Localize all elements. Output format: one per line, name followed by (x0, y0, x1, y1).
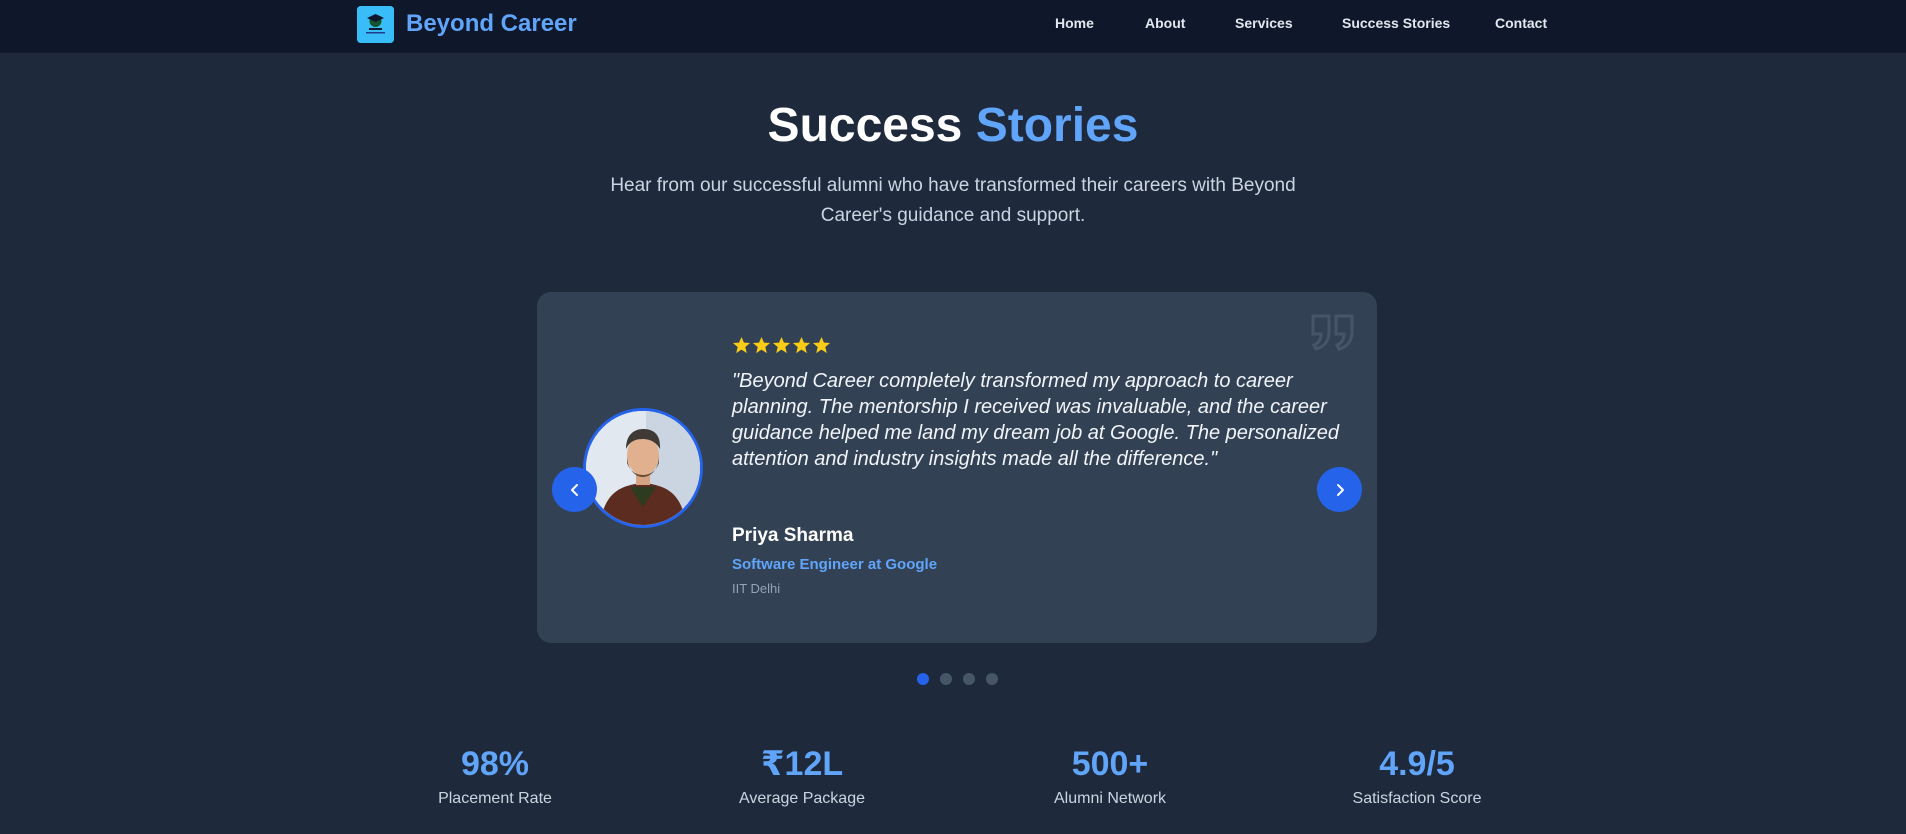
stat-label: Alumni Network (1053, 790, 1167, 807)
navbar: Beyond Career Home About Services Succes… (0, 0, 1906, 53)
chevron-right-icon (1336, 483, 1344, 496)
stat-average-package: ₹12L Average Package (682, 742, 922, 808)
quote-icon (1311, 312, 1355, 352)
stat-value: 98% (460, 745, 530, 783)
star-icon (732, 336, 751, 354)
stat-label: Satisfaction Score (1352, 790, 1482, 807)
title-accent: Stories (975, 99, 1139, 152)
stat-alumni-network: 500+ Alumni Network (990, 742, 1230, 808)
carousel-dot-2[interactable] (940, 673, 952, 685)
nav-about-link[interactable]: About (1145, 15, 1185, 31)
carousel-dots (917, 673, 998, 685)
nav-links: Home About Services Success Stories Cont… (0, 15, 1906, 35)
title-main: Success (767, 99, 963, 152)
carousel-next-button[interactable] (1317, 467, 1362, 512)
nav-home-link[interactable]: Home (1055, 15, 1094, 31)
testimonial-card: "Beyond Career completely transformed my… (537, 292, 1377, 643)
stat-value: 500+ (1071, 745, 1149, 783)
avatar (583, 408, 703, 528)
stat-value: ₹12L (760, 745, 844, 783)
testimonial-name: Priya Sharma (732, 525, 854, 546)
stat-satisfaction-score: 4.9/5 Satisfaction Score (1297, 742, 1537, 808)
stat-label: Average Package (738, 790, 865, 807)
carousel-dot-1[interactable] (917, 673, 929, 685)
rating-stars (732, 336, 831, 355)
stat-value: 4.9/5 (1379, 745, 1455, 783)
carousel-prev-button[interactable] (552, 467, 597, 512)
page-subtitle: Hear from our successful alumni who have… (610, 175, 1296, 226)
star-icon (792, 336, 811, 354)
nav-services-link[interactable]: Services (1235, 15, 1293, 31)
carousel-dot-3[interactable] (963, 673, 975, 685)
nav-success-stories-link[interactable]: Success Stories (1342, 15, 1450, 31)
testimonial-school: IIT Delhi (732, 581, 781, 596)
star-icon (812, 336, 831, 354)
carousel-dot-4[interactable] (986, 673, 998, 685)
star-icon (772, 336, 791, 354)
nav-contact-link[interactable]: Contact (1495, 15, 1547, 31)
testimonial-quote: "Beyond Career completely transformed my… (732, 370, 1340, 470)
chevron-left-icon (570, 483, 578, 496)
stat-placement-rate: 98% Placement Rate (375, 742, 615, 808)
page-title: Success Stories (0, 96, 1906, 156)
star-icon (752, 336, 771, 354)
testimonial-role: Software Engineer at Google (732, 556, 938, 573)
stat-label: Placement Rate (438, 790, 552, 807)
